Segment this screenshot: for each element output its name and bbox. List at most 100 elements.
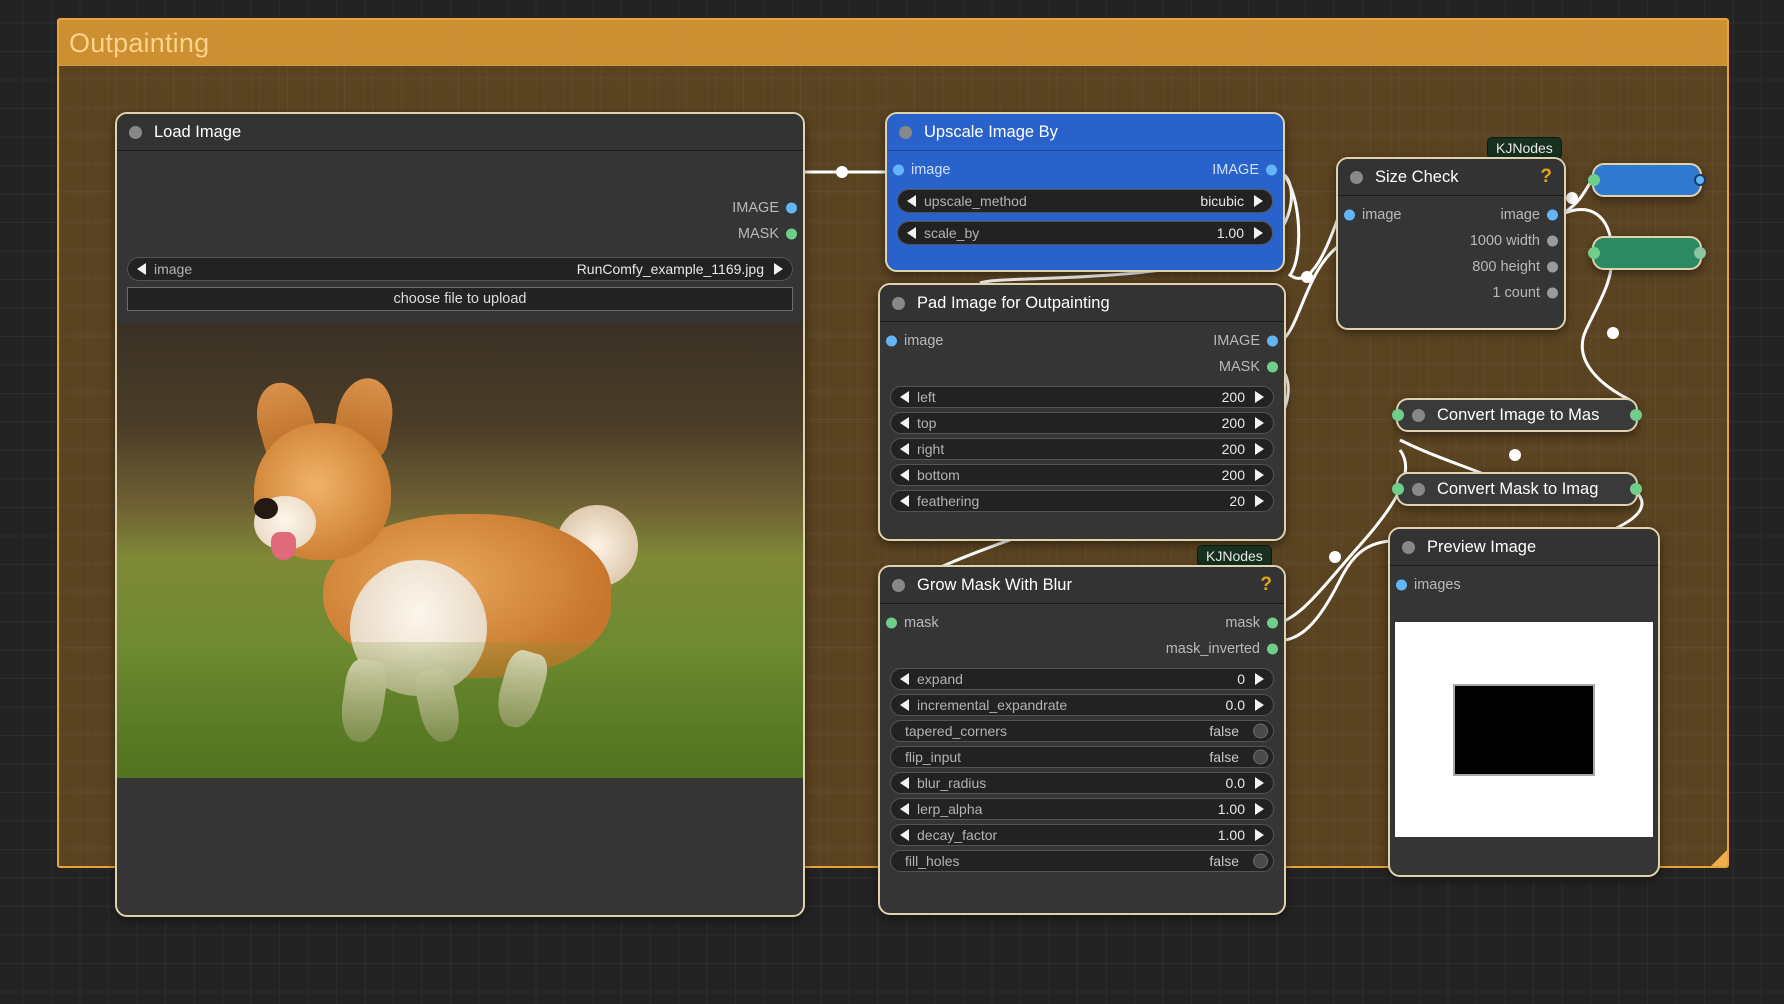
output-dot-mask[interactable] [786, 228, 797, 240]
node-header-preview-image[interactable]: Preview Image [1390, 529, 1658, 566]
help-icon[interactable]: ? [1260, 574, 1272, 596]
prev-arrow-icon[interactable] [900, 469, 909, 481]
widget-incremental-expandrate[interactable]: incremental_expandrate 0.0 [890, 694, 1274, 716]
widget-scale-by[interactable]: scale_by 1.00 [897, 221, 1273, 245]
widget-flip-input[interactable]: flip_input false [890, 746, 1274, 768]
prev-arrow-icon[interactable] [907, 227, 916, 239]
input-dot-image[interactable] [1344, 209, 1355, 221]
input-dot-images[interactable] [1396, 579, 1407, 591]
output-slot-image[interactable]: IMAGE [117, 195, 803, 221]
node-convert-image-to-mask[interactable]: Convert Image to Mas [1392, 398, 1642, 432]
node-header-size-check[interactable]: Size Check ? [1338, 159, 1564, 196]
prev-arrow-icon[interactable] [900, 443, 909, 455]
collapse-dot-icon[interactable] [1350, 170, 1363, 184]
output-dot-mask[interactable] [1694, 247, 1706, 259]
node-pad-image-for-outpainting[interactable]: Pad Image for Outpainting image IMAGE MA… [878, 283, 1286, 541]
output-dot-height[interactable] [1547, 261, 1558, 273]
prev-arrow-icon[interactable] [900, 777, 909, 789]
slot-row-count[interactable]: 1 count [1338, 280, 1564, 306]
comfyui-canvas[interactable]: Outpainting Load Image IMAGE MASK image … [0, 0, 1784, 1004]
help-icon[interactable]: ? [1540, 166, 1552, 188]
node-upscale-image-by[interactable]: Upscale Image By image IMAGE upscale_met… [885, 112, 1285, 272]
prev-arrow-icon[interactable] [900, 391, 909, 403]
next-arrow-icon[interactable] [1255, 469, 1264, 481]
next-arrow-icon[interactable] [1255, 829, 1264, 841]
slot-row-image[interactable]: image IMAGE [880, 328, 1284, 354]
next-arrow-icon[interactable] [1255, 777, 1264, 789]
output-dot-image[interactable] [786, 202, 797, 214]
widget-expand[interactable]: expand 0 [890, 668, 1274, 690]
widget-upscale-method[interactable]: upscale_method bicubic [897, 189, 1273, 213]
input-dot-mask[interactable] [886, 617, 897, 629]
next-arrow-icon[interactable] [1255, 495, 1264, 507]
output-dot-count[interactable] [1547, 287, 1558, 299]
slot-row-mask[interactable]: MASK [880, 354, 1284, 380]
collapse-dot-icon[interactable] [1402, 540, 1415, 554]
widget-lerp-alpha[interactable]: lerp_alpha 1.00 [890, 798, 1274, 820]
output-dot-mask[interactable] [1267, 361, 1278, 373]
next-arrow-icon[interactable] [1255, 391, 1264, 403]
node-collapsed-green[interactable] [1588, 236, 1706, 270]
slot-row-width[interactable]: 1000 width [1338, 228, 1564, 254]
widget-fill-holes[interactable]: fill_holes false [890, 850, 1274, 872]
toggle-knob-icon[interactable] [1253, 749, 1268, 765]
group-title[interactable]: Outpainting [59, 20, 1727, 66]
next-arrow-icon[interactable] [1254, 227, 1263, 239]
output-dot-image[interactable] [1630, 483, 1642, 495]
slot-row-mask-inverted[interactable]: mask_inverted [880, 636, 1284, 662]
node-grow-mask-with-blur[interactable]: Grow Mask With Blur ? mask mask mask_inv… [878, 565, 1286, 915]
input-dot-mask[interactable] [1588, 174, 1600, 186]
widget-image-combo[interactable]: image RunComfy_example_1169.jpg [127, 257, 793, 281]
widget-blur-radius[interactable]: blur_radius 0.0 [890, 772, 1274, 794]
output-dot-width[interactable] [1547, 235, 1558, 247]
next-arrow-icon[interactable] [774, 263, 783, 275]
collapse-dot-icon[interactable] [129, 125, 142, 139]
prev-arrow-icon[interactable] [900, 803, 909, 815]
toggle-knob-icon[interactable] [1253, 853, 1268, 869]
input-dot-mask[interactable] [1588, 247, 1600, 259]
toggle-knob-icon[interactable] [1253, 723, 1268, 739]
prev-arrow-icon[interactable] [900, 417, 909, 429]
input-dot-image[interactable] [1392, 409, 1404, 421]
next-arrow-icon[interactable] [1255, 443, 1264, 455]
widget-tapered-corners[interactable]: tapered_corners false [890, 720, 1274, 742]
input-dot-image[interactable] [886, 335, 897, 347]
collapse-dot-icon[interactable] [1412, 482, 1425, 496]
output-slot-mask[interactable]: MASK [117, 221, 803, 247]
input-dot-image[interactable] [893, 164, 904, 176]
prev-arrow-icon[interactable] [137, 263, 146, 275]
node-load-image[interactable]: Load Image IMAGE MASK image RunComfy_exa… [115, 112, 805, 917]
widget-left[interactable]: left 200 [890, 386, 1274, 408]
widget-bottom[interactable]: bottom 200 [890, 464, 1274, 486]
node-header-pad-image[interactable]: Pad Image for Outpainting [880, 285, 1284, 322]
widget-feathering[interactable]: feathering 20 [890, 490, 1274, 512]
collapse-dot-icon[interactable] [899, 125, 912, 139]
slot-row-images[interactable]: images [1390, 572, 1658, 598]
group-resize-handle[interactable] [1711, 850, 1727, 866]
slot-row-height[interactable]: 800 height [1338, 254, 1564, 280]
widget-decay-factor[interactable]: decay_factor 1.00 [890, 824, 1274, 846]
widget-right[interactable]: right 200 [890, 438, 1274, 460]
collapse-dot-icon[interactable] [892, 578, 905, 592]
next-arrow-icon[interactable] [1255, 673, 1264, 685]
input-dot-mask[interactable] [1392, 483, 1404, 495]
node-header-upscale-image-by[interactable]: Upscale Image By [887, 114, 1283, 151]
next-arrow-icon[interactable] [1255, 803, 1264, 815]
node-header-grow-mask[interactable]: Grow Mask With Blur ? [880, 567, 1284, 604]
slot-row-image[interactable]: image IMAGE [887, 157, 1283, 183]
node-preview-image[interactable]: Preview Image images [1388, 527, 1660, 877]
prev-arrow-icon[interactable] [907, 195, 916, 207]
output-dot-image[interactable] [1267, 335, 1278, 347]
node-convert-mask-to-image[interactable]: Convert Mask to Imag [1392, 472, 1642, 506]
slot-row-image[interactable]: image image [1338, 202, 1564, 228]
next-arrow-icon[interactable] [1254, 195, 1263, 207]
collapse-dot-icon[interactable] [1412, 408, 1425, 422]
output-dot-image[interactable] [1547, 209, 1558, 221]
node-size-check[interactable]: Size Check ? image image 1000 width 800 … [1336, 157, 1566, 330]
output-dot-mask-inverted[interactable] [1267, 643, 1278, 655]
prev-arrow-icon[interactable] [900, 699, 909, 711]
collapse-dot-icon[interactable] [892, 296, 905, 310]
output-dot-image[interactable] [1694, 174, 1706, 186]
prev-arrow-icon[interactable] [900, 829, 909, 841]
prev-arrow-icon[interactable] [900, 495, 909, 507]
